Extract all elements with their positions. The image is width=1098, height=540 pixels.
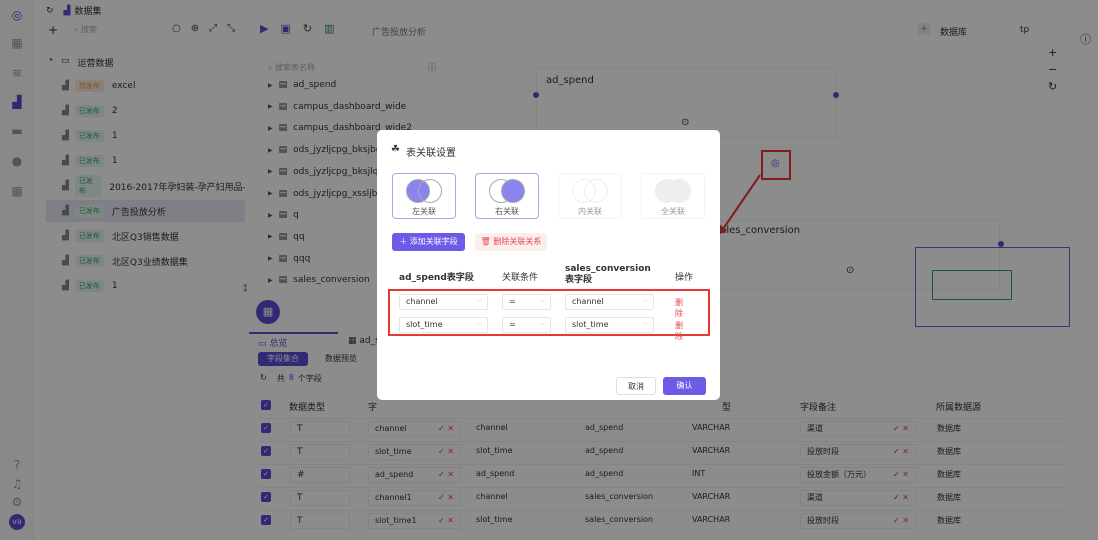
col-condition: 关联条件 xyxy=(502,273,539,283)
left-field-select[interactable]: slot_time xyxy=(399,316,488,333)
delete-relation-button[interactable]: 🗑 删除关联关系 xyxy=(475,233,547,251)
delete-row-link[interactable]: 删除 xyxy=(675,320,683,342)
delete-relation-label: 删除关联关系 xyxy=(493,237,542,246)
left-field-select[interactable]: channel xyxy=(399,293,488,310)
modal-title: 表关联设置 xyxy=(405,148,456,159)
venn-icon xyxy=(489,179,525,203)
right-field-select[interactable]: slot_time xyxy=(565,316,654,333)
join-settings-modal: ☘ 表关联设置 左关联 右关联 内关联 全关联 ＋ 添加关联字段 🗑 删除关联关系… xyxy=(377,130,720,400)
col-right-field: sales_conversion表字段 xyxy=(565,264,651,285)
condition-select[interactable]: = xyxy=(502,293,551,310)
join-type-card[interactable]: 全关联 xyxy=(641,173,705,219)
col-action: 操作 xyxy=(675,273,694,283)
venn-icon xyxy=(406,179,442,203)
delete-row-link[interactable]: 删除 xyxy=(675,297,683,319)
join-type-card[interactable]: 左关联 xyxy=(392,173,456,219)
join-type-card[interactable]: 内关联 xyxy=(558,173,622,219)
right-field-select[interactable]: channel xyxy=(565,293,654,310)
join-icon: ☘ xyxy=(391,144,400,155)
cancel-button[interactable]: 取消 xyxy=(616,377,656,395)
add-join-field-label: 添加关联字段 xyxy=(409,237,458,246)
condition-select[interactable]: = xyxy=(502,316,551,333)
join-type-label: 内关联 xyxy=(578,207,602,216)
confirm-button[interactable]: 确认 xyxy=(663,377,706,395)
col-left-field: ad_spend表字段 xyxy=(399,273,474,283)
join-type-label: 右关联 xyxy=(495,207,519,216)
venn-icon xyxy=(655,179,691,203)
join-type-label: 全关联 xyxy=(661,207,685,216)
add-join-field-button[interactable]: ＋ 添加关联字段 xyxy=(392,233,465,251)
venn-icon xyxy=(572,179,608,203)
join-type-label: 左关联 xyxy=(412,207,436,216)
join-type-card[interactable]: 右关联 xyxy=(475,173,539,219)
